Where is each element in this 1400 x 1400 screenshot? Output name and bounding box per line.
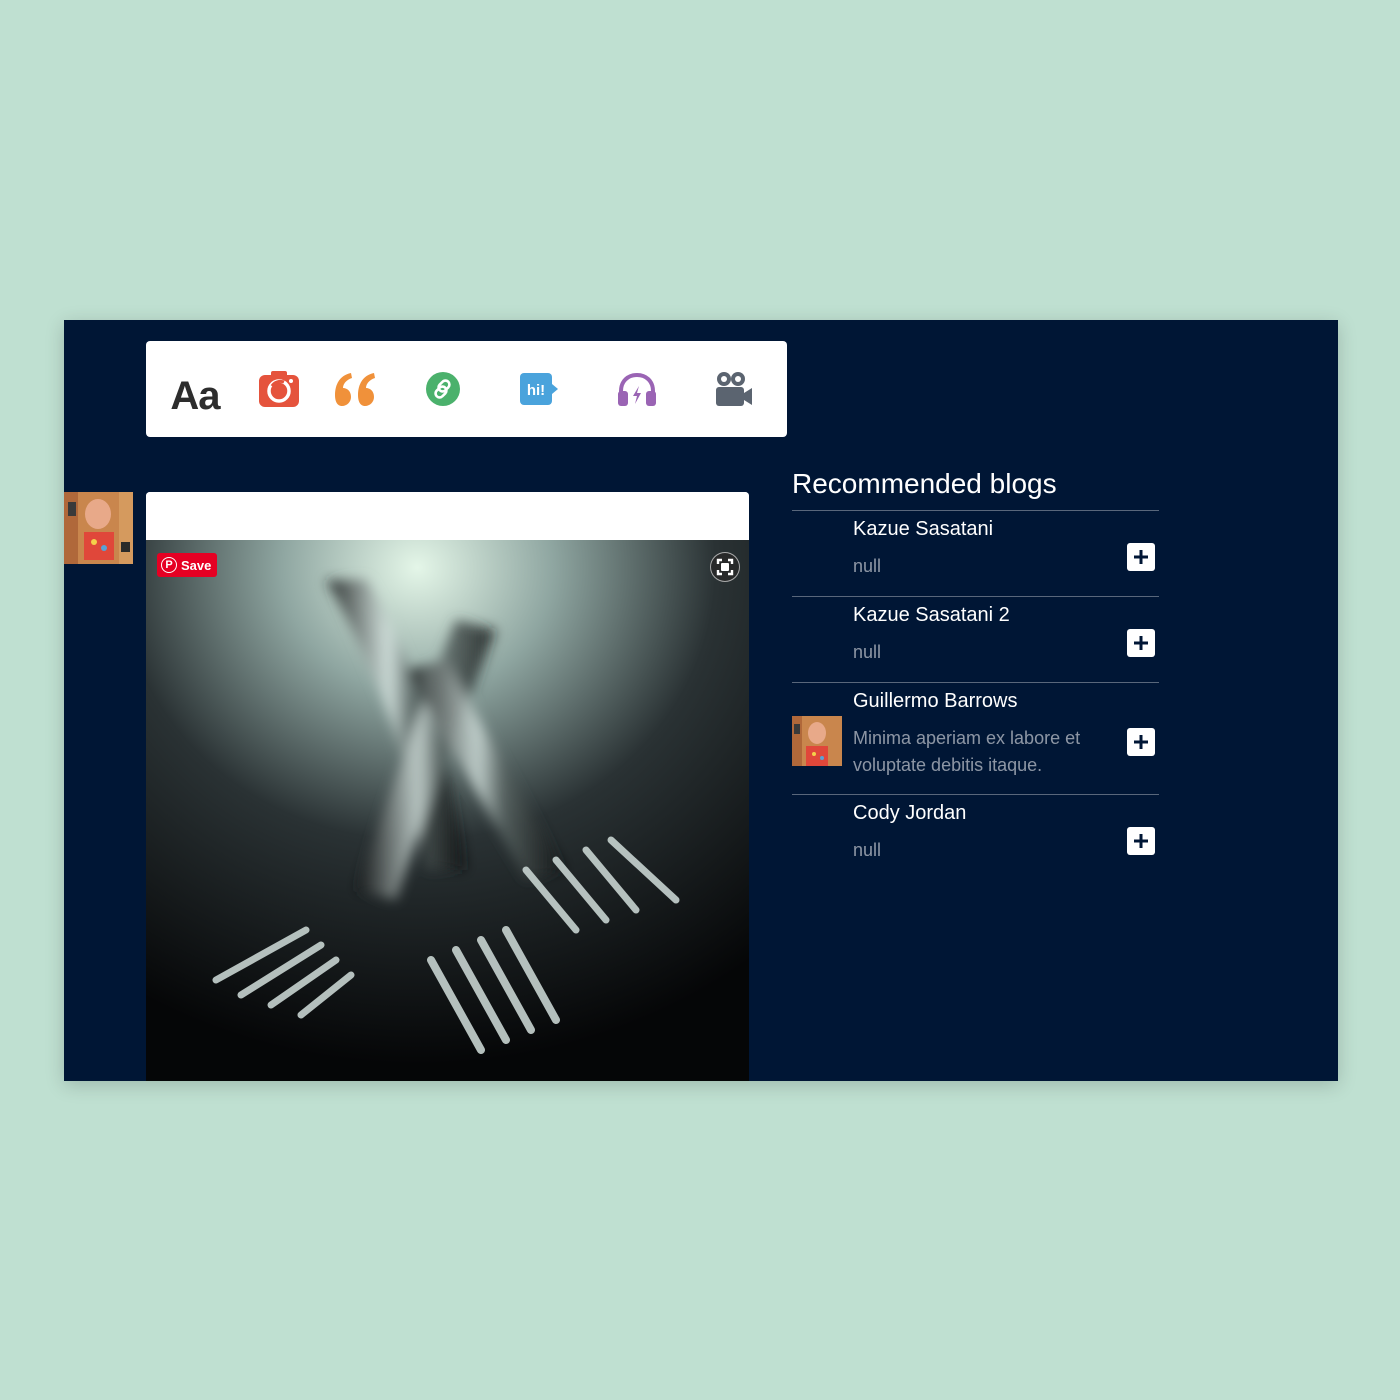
recommended-title: Recommended blogs bbox=[792, 468, 1159, 511]
expand-button[interactable] bbox=[710, 552, 740, 582]
plus-icon bbox=[1134, 550, 1148, 564]
dashboard: Aa hi! P Save Recommended blogs Kazue Sa… bbox=[64, 320, 1338, 1081]
blog-item[interactable]: Kazue Sasatani 2 null bbox=[792, 597, 1159, 683]
post-type-bar: Aa hi! bbox=[146, 341, 787, 437]
post-audio-button[interactable] bbox=[604, 341, 670, 437]
post-header bbox=[146, 492, 749, 540]
blog-item[interactable]: Kazue Sasatani null bbox=[792, 511, 1159, 597]
chat-icon-label: hi! bbox=[527, 382, 545, 399]
expand-icon bbox=[716, 558, 734, 576]
video-camera-icon bbox=[716, 372, 752, 406]
text-icon: Aa bbox=[170, 373, 220, 418]
plus-icon bbox=[1134, 735, 1148, 749]
blog-avatar[interactable] bbox=[792, 716, 842, 766]
blog-description: null bbox=[853, 556, 882, 576]
post-text-button[interactable]: Aa bbox=[160, 341, 230, 437]
camera-icon bbox=[259, 371, 299, 407]
blog-avatar-image bbox=[792, 716, 842, 766]
post-quote-button[interactable] bbox=[322, 341, 388, 437]
pinterest-save-button[interactable]: P Save bbox=[157, 553, 218, 577]
post-photo-button[interactable] bbox=[246, 341, 312, 437]
headphones-icon bbox=[618, 372, 656, 406]
blog-description: null bbox=[853, 642, 882, 662]
quote-icon bbox=[335, 373, 375, 406]
plus-icon bbox=[1134, 636, 1148, 650]
avatar-image bbox=[64, 492, 133, 564]
blog-name[interactable]: Cody Jordan bbox=[853, 802, 966, 825]
follow-button[interactable] bbox=[1127, 827, 1155, 855]
plus-icon bbox=[1134, 834, 1148, 848]
post-card: P Save bbox=[146, 492, 749, 1081]
pinterest-save-label: Save bbox=[181, 557, 212, 573]
follow-button[interactable] bbox=[1127, 728, 1155, 756]
blog-item[interactable]: Cody Jordan null bbox=[792, 795, 1159, 881]
blog-description: Minima aperiam ex labore et voluptate de… bbox=[853, 728, 1081, 775]
post-photo[interactable]: P Save bbox=[146, 540, 749, 1081]
post-chat-button[interactable]: hi! bbox=[506, 341, 572, 437]
follow-button[interactable] bbox=[1127, 629, 1155, 657]
follow-button[interactable] bbox=[1127, 543, 1155, 571]
chat-icon: hi! bbox=[520, 373, 558, 405]
post-video-button[interactable] bbox=[700, 341, 766, 437]
post-link-button[interactable] bbox=[410, 341, 476, 437]
forks-photo bbox=[146, 540, 749, 1081]
blog-item[interactable]: Guillermo Barrows Minima aperiam ex labo… bbox=[792, 683, 1159, 795]
pinterest-icon: P bbox=[161, 557, 177, 573]
blog-name[interactable]: Kazue Sasatani 2 bbox=[853, 604, 1010, 627]
avatar[interactable] bbox=[64, 492, 133, 564]
link-icon bbox=[426, 372, 460, 406]
blog-name[interactable]: Kazue Sasatani bbox=[853, 518, 993, 541]
blog-name[interactable]: Guillermo Barrows bbox=[853, 690, 1017, 713]
blog-description: null bbox=[853, 840, 882, 860]
recommended-blogs: Recommended blogs Kazue Sasatani null Ka… bbox=[792, 468, 1159, 881]
